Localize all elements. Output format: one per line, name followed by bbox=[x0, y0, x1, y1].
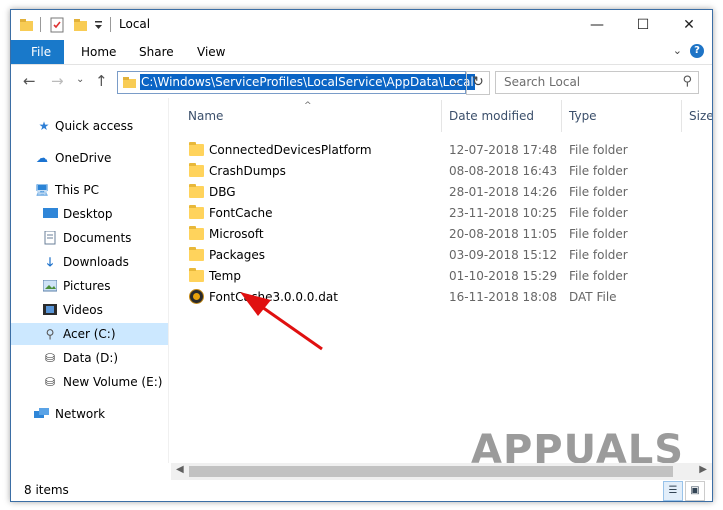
annotation-arrow bbox=[240, 292, 323, 351]
